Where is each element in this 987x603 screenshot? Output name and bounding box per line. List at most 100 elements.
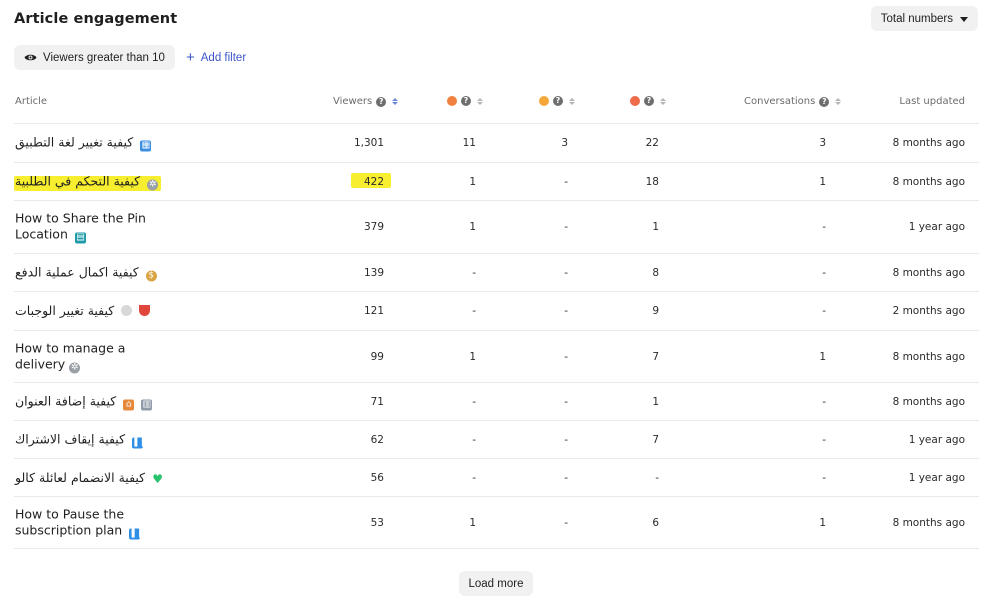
viewers-header-label: Viewers [333, 96, 373, 107]
building-icon: ▥ [141, 399, 153, 410]
table-row[interactable]: How to Share the Pin Location ▤ 379 1 - … [14, 200, 979, 253]
column-header-article: Article [15, 96, 47, 107]
sad-value: - [472, 305, 476, 317]
viewers-value: 56 [370, 471, 384, 484]
conversations-value: - [822, 395, 826, 408]
neutral-value: 3 [561, 137, 568, 149]
article-title: كيفية الانضمام لعائلة كالو [15, 469, 146, 485]
sad-value: - [472, 433, 476, 446]
neutral-value: - [564, 516, 568, 529]
total-numbers-label: Total numbers [880, 12, 953, 25]
table-row[interactable]: كيفية إيقاف الاشتراك ❚❚ 62 - - 7 - 1 yea… [14, 420, 979, 458]
neutral-value: - [564, 221, 568, 233]
neutral-value: - [564, 433, 568, 446]
last-updated-header-label: Last updated [899, 96, 965, 107]
last-updated-value: 2 months ago [892, 305, 965, 317]
article-title: كيفية إيقاف الاشتراك [15, 431, 126, 446]
page-title: Article engagement [14, 11, 178, 27]
conversations-value: 3 [819, 137, 826, 149]
table-header: Article Viewers ? ? ? ? Conversations ? … [14, 96, 979, 112]
viewers-value: 1,301 [353, 137, 384, 149]
neutral-value: - [564, 471, 568, 484]
column-header-happy[interactable]: ? [630, 96, 666, 106]
green-heart-icon: ♥ [152, 471, 163, 486]
total-numbers-dropdown[interactable]: Total numbers [870, 6, 978, 31]
column-header-neutral[interactable]: ? [539, 96, 575, 106]
last-updated-value: 8 months ago [892, 137, 965, 149]
gear-icon: ✲ [147, 179, 159, 190]
happy-value: 9 [652, 305, 659, 317]
viewers-value: 99 [370, 350, 384, 363]
happy-value: 1 [652, 395, 659, 408]
viewers-value: 379 [363, 221, 384, 233]
happy-value: 7 [652, 433, 659, 446]
sad-value: 1 [469, 175, 476, 188]
article-title-link[interactable]: كيفية تغيير لغة التطبيق ▦ [15, 135, 185, 152]
happy-value: - [655, 471, 659, 484]
viewers-filter-chip[interactable]: Viewers greater than 10 [14, 45, 175, 70]
question-icon[interactable]: ? [461, 96, 471, 106]
sort-icon[interactable] [569, 97, 575, 105]
article-header-label: Article [15, 96, 48, 107]
question-icon[interactable]: ? [819, 96, 830, 107]
add-filter-button[interactable]: + Add filter [186, 50, 246, 65]
article-title: كيفية إضافة العنوان [15, 393, 117, 408]
column-header-viewers[interactable]: Viewers ? [333, 96, 399, 107]
happy-value: 18 [645, 175, 659, 188]
conversations-value: - [822, 305, 826, 317]
last-updated-value: 1 year ago [908, 433, 965, 446]
neutral-value: - [564, 175, 568, 188]
conversations-value: - [822, 433, 826, 446]
article-title: كيفية تغيير الوجبات [15, 303, 115, 318]
sort-icon[interactable] [660, 97, 666, 105]
article-title: كيفية اكمال عملية الدفع [15, 264, 139, 279]
sad-face-icon [447, 96, 457, 106]
conversations-value: - [822, 266, 826, 279]
qr-code-icon: ▦ [140, 140, 152, 152]
article-title-link[interactable]: كيفية إضافة العنوان ⌂ ▥ [15, 393, 185, 410]
happy-face-icon [630, 96, 640, 106]
article-title-link[interactable]: كيفية إيقاف الاشتراك ❚❚ [15, 431, 185, 448]
table-row[interactable]: كيفية تغيير الوجبات 121 - - 9 - 2 months… [14, 291, 979, 330]
article-title-link[interactable]: كيفية اكمال عملية الدفع $ [15, 264, 185, 281]
article-title-link[interactable]: How to manage a delivery ✲ [15, 340, 175, 373]
sad-value: 1 [469, 221, 476, 233]
article-title-link[interactable]: كيفية التحكم في الطلبية ✲ [15, 173, 185, 190]
pause-icon: ❚❚ [129, 528, 145, 539]
column-header-last-updated: Last updated [899, 96, 965, 107]
article-title-link[interactable]: كيفية الانضمام لعائلة كالو ♥ [15, 470, 185, 486]
sad-value: - [472, 471, 476, 484]
article-title-link[interactable]: كيفية تغيير الوجبات [15, 303, 185, 319]
sort-icon[interactable] [835, 98, 842, 105]
conversations-value: 1 [819, 350, 826, 363]
table-row[interactable]: كيفية الانضمام لعائلة كالو ♥ 56 - - - - … [14, 458, 979, 496]
table-row[interactable]: How to Pause the subscription plan ❚❚ 53… [14, 496, 979, 549]
article-title-link[interactable]: How to Pause the subscription plan ❚❚ [15, 506, 155, 539]
happy-value: 6 [652, 516, 659, 529]
sort-icon[interactable] [392, 98, 399, 105]
viewers-value: 53 [370, 516, 384, 529]
article-title-link[interactable]: How to Share the Pin Location ▤ [15, 211, 155, 244]
last-updated-value: 8 months ago [892, 175, 965, 188]
sad-value: 1 [469, 350, 476, 363]
column-header-conversations[interactable]: Conversations ? [744, 96, 842, 107]
last-updated-value: 8 months ago [892, 350, 965, 363]
sad-value: 11 [462, 137, 476, 149]
question-icon[interactable]: ? [376, 96, 387, 107]
table-row[interactable]: كيفية التحكم في الطلبية ✲ 422 1 - 18 1 8… [14, 162, 979, 200]
add-filter-label: Add filter [200, 51, 247, 64]
viewers-value: 71 [370, 395, 384, 408]
load-more-button[interactable]: Load more [459, 571, 533, 596]
table-row[interactable]: كيفية إضافة العنوان ⌂ ▥ 71 - - 1 - 8 mon… [14, 382, 979, 420]
table-row[interactable]: How to manage a delivery ✲ 99 1 - 7 1 8 … [14, 330, 979, 382]
table-row[interactable]: كيفية تغيير لغة التطبيق ▦ 1,301 11 3 22 … [14, 123, 979, 162]
viewers-value: 62 [370, 433, 384, 446]
column-header-sad[interactable]: ? [447, 96, 483, 106]
sort-icon[interactable] [477, 97, 483, 105]
question-icon[interactable]: ? [644, 96, 654, 106]
conversations-header-label: Conversations [744, 96, 816, 107]
neutral-value: - [564, 305, 568, 317]
eye-icon [24, 54, 37, 61]
question-icon[interactable]: ? [553, 96, 563, 106]
table-row[interactable]: كيفية اكمال عملية الدفع $ 139 - - 8 - 8 … [14, 253, 979, 291]
